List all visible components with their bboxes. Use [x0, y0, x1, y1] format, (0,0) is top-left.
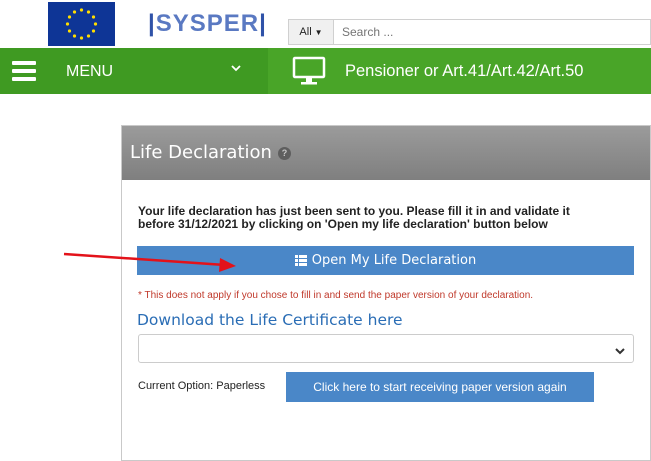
- chevron-down-icon[interactable]: [230, 61, 242, 77]
- monitor-icon: [292, 56, 326, 86]
- chevron-down-icon: [615, 343, 625, 355]
- main-navbar: MENU Pensioner or Art.41/Art.42/Art.50: [0, 48, 651, 94]
- certificate-select[interactable]: [138, 334, 634, 363]
- logo-text: SYSPER: [155, 10, 260, 37]
- search-scope-select[interactable]: All ▼: [288, 19, 334, 45]
- menu-label: MENU: [66, 63, 114, 80]
- open-button-label: Open My Life Declaration: [311, 253, 477, 268]
- notice-line-2: before 31/12/2021 by clicking on 'Open m…: [138, 217, 548, 231]
- help-icon[interactable]: ?: [278, 147, 291, 160]
- hamburger-icon[interactable]: [12, 61, 36, 81]
- logo-bar-right: |: [259, 10, 267, 37]
- eu-flag-logo: [48, 2, 115, 46]
- download-certificate-link[interactable]: Download the Life Certificate here: [137, 311, 403, 329]
- panel-title: Life Declaration: [130, 142, 272, 163]
- search-bar: All ▼: [288, 19, 651, 45]
- list-icon: [294, 255, 307, 266]
- nav-title: Pensioner or Art.41/Art.42/Art.50: [345, 62, 584, 80]
- sysper-logo: |SYSPER|: [148, 10, 267, 38]
- annotation-arrow-icon: [63, 252, 236, 272]
- current-option-label: Current Option: Paperless: [138, 380, 266, 392]
- life-declaration-panel: Life Declaration ? Your life declaration…: [121, 125, 651, 461]
- top-header: |SYSPER| All ▼: [0, 0, 651, 48]
- receive-paper-version-button[interactable]: Click here to start receiving paper vers…: [286, 372, 594, 402]
- caret-down-icon: ▼: [314, 27, 323, 37]
- search-input[interactable]: [334, 19, 651, 45]
- logo-bar-left: |: [148, 10, 156, 37]
- notice-text: Your life declaration has just been sent…: [138, 205, 638, 231]
- panel-header: Life Declaration ?: [122, 126, 650, 180]
- disclaimer-text: * This does not apply if you chose to fi…: [138, 290, 534, 301]
- search-scope-label: All: [299, 26, 312, 38]
- menu-toggle[interactable]: MENU: [0, 48, 268, 94]
- page: |SYSPER| All ▼ MENU Pensioner or Art.: [0, 0, 651, 461]
